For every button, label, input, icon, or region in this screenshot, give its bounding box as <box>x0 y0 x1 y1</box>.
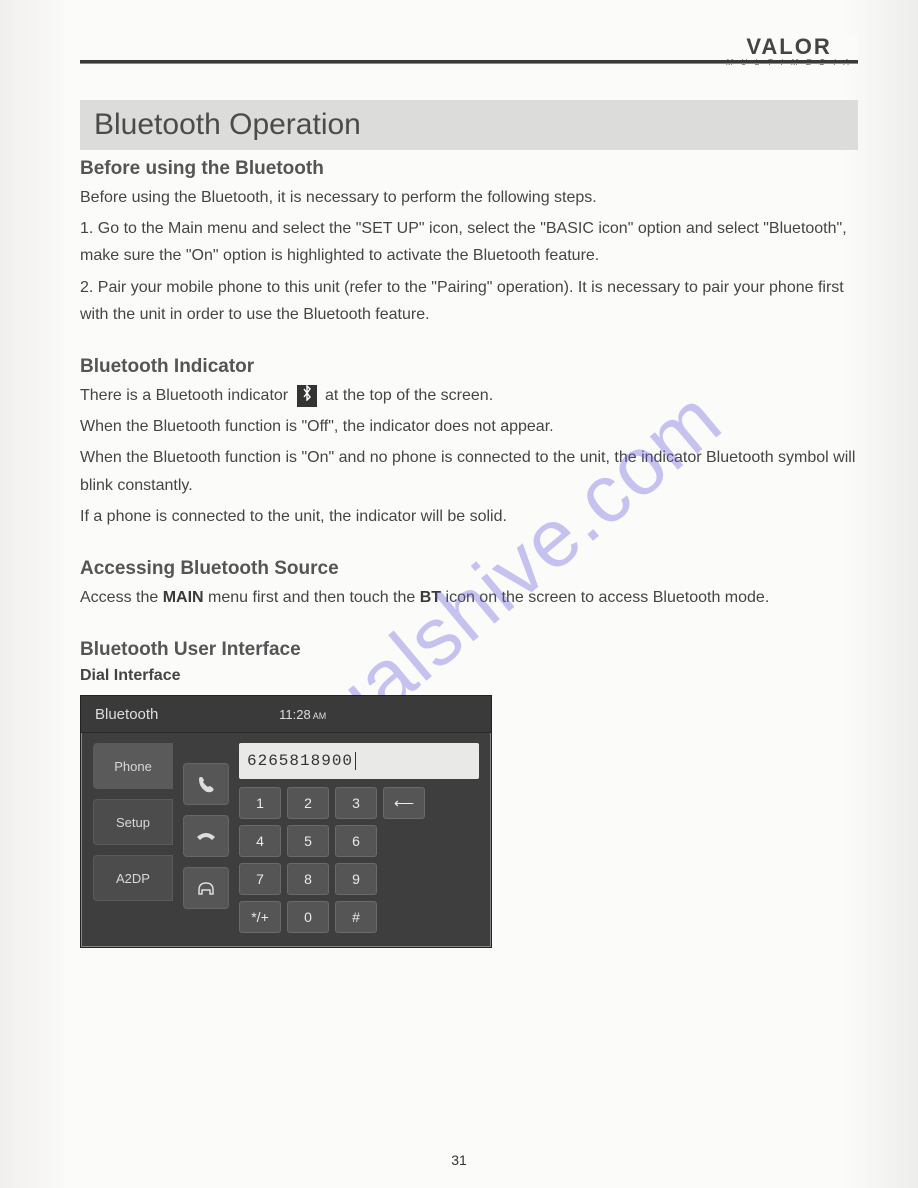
subheading-dial: Dial Interface <box>80 667 858 685</box>
indicator-line4: If a phone is connected to the unit, the… <box>80 503 858 530</box>
manual-page: VALOR M U L T I M E D I A manualshive.co… <box>0 0 918 1188</box>
access-a: Access the <box>80 589 163 606</box>
heading-before: Before using the Bluetooth <box>80 158 858 180</box>
header-rule <box>80 60 858 64</box>
access-c: icon on the screen to access Bluetooth m… <box>441 589 769 606</box>
key-8[interactable]: 8 <box>287 863 329 895</box>
access-text: Access the MAIN menu first and then touc… <box>80 584 858 611</box>
access-bold1: MAIN <box>163 589 204 606</box>
cursor <box>355 752 356 770</box>
key-1[interactable]: 1 <box>239 787 281 819</box>
side-tabs: Phone Setup A2DP <box>93 743 173 933</box>
access-bold2: BT <box>420 589 441 606</box>
dial-interface: Bluetooth 11:28AM Phone Setup A2DP <box>80 695 492 948</box>
dial-body: Phone Setup A2DP 6265818900 <box>81 733 491 947</box>
number-display: 6265818900 <box>239 743 479 779</box>
heading-ui: Bluetooth User Interface <box>80 639 858 661</box>
key-0[interactable]: 0 <box>287 901 329 933</box>
dial-title: Bluetooth <box>95 706 158 723</box>
headset-button[interactable] <box>183 867 229 909</box>
key-2[interactable]: 2 <box>287 787 329 819</box>
key-6[interactable]: 6 <box>335 825 377 857</box>
dialed-number: 6265818900 <box>247 752 353 770</box>
key-4[interactable]: 4 <box>239 825 281 857</box>
key-7[interactable]: 7 <box>239 863 281 895</box>
mid-buttons <box>183 763 229 933</box>
key-5[interactable]: 5 <box>287 825 329 857</box>
indicator-line1b: at the top of the screen. <box>325 387 493 404</box>
tab-phone[interactable]: Phone <box>93 743 173 789</box>
brand-main: VALOR <box>726 34 852 60</box>
indicator-line3: When the Bluetooth function is "On" and … <box>80 444 858 498</box>
bluetooth-icon <box>297 385 317 407</box>
tab-setup[interactable]: Setup <box>93 799 173 845</box>
dial-right: 6265818900 1 2 3 ⟵ 4 5 6 7 8 9 */+ 0 <box>239 743 479 933</box>
key-3[interactable]: 3 <box>335 787 377 819</box>
before-step1: 1. Go to the Main menu and select the "S… <box>80 215 858 269</box>
heading-access: Accessing Bluetooth Source <box>80 558 858 580</box>
key-hash[interactable]: # <box>335 901 377 933</box>
access-b: menu first and then touch the <box>204 589 420 606</box>
before-intro: Before using the Bluetooth, it is necess… <box>80 184 858 211</box>
indicator-line1a: There is a Bluetooth indicator <box>80 387 288 404</box>
call-button[interactable] <box>183 763 229 805</box>
indicator-line2: When the Bluetooth function is "Off", th… <box>80 413 858 440</box>
before-step2: 2. Pair your mobile phone to this unit (… <box>80 274 858 328</box>
key-star[interactable]: */+ <box>239 901 281 933</box>
dial-time: 11:28 <box>279 707 311 722</box>
dial-header: Bluetooth 11:28AM <box>81 696 491 733</box>
key-backspace[interactable]: ⟵ <box>383 787 425 819</box>
keypad: 1 2 3 ⟵ 4 5 6 7 8 9 */+ 0 # <box>239 787 479 933</box>
indicator-line1: There is a Bluetooth indicator at the to… <box>80 382 858 409</box>
dial-clock: 11:28AM <box>279 707 326 722</box>
dial-ampm: AM <box>313 711 327 721</box>
tab-a2dp[interactable]: A2DP <box>93 855 173 901</box>
key-9[interactable]: 9 <box>335 863 377 895</box>
page-number: 31 <box>0 1152 918 1168</box>
heading-indicator: Bluetooth Indicator <box>80 356 858 378</box>
hangup-button[interactable] <box>183 815 229 857</box>
page-title: Bluetooth Operation <box>80 100 858 150</box>
